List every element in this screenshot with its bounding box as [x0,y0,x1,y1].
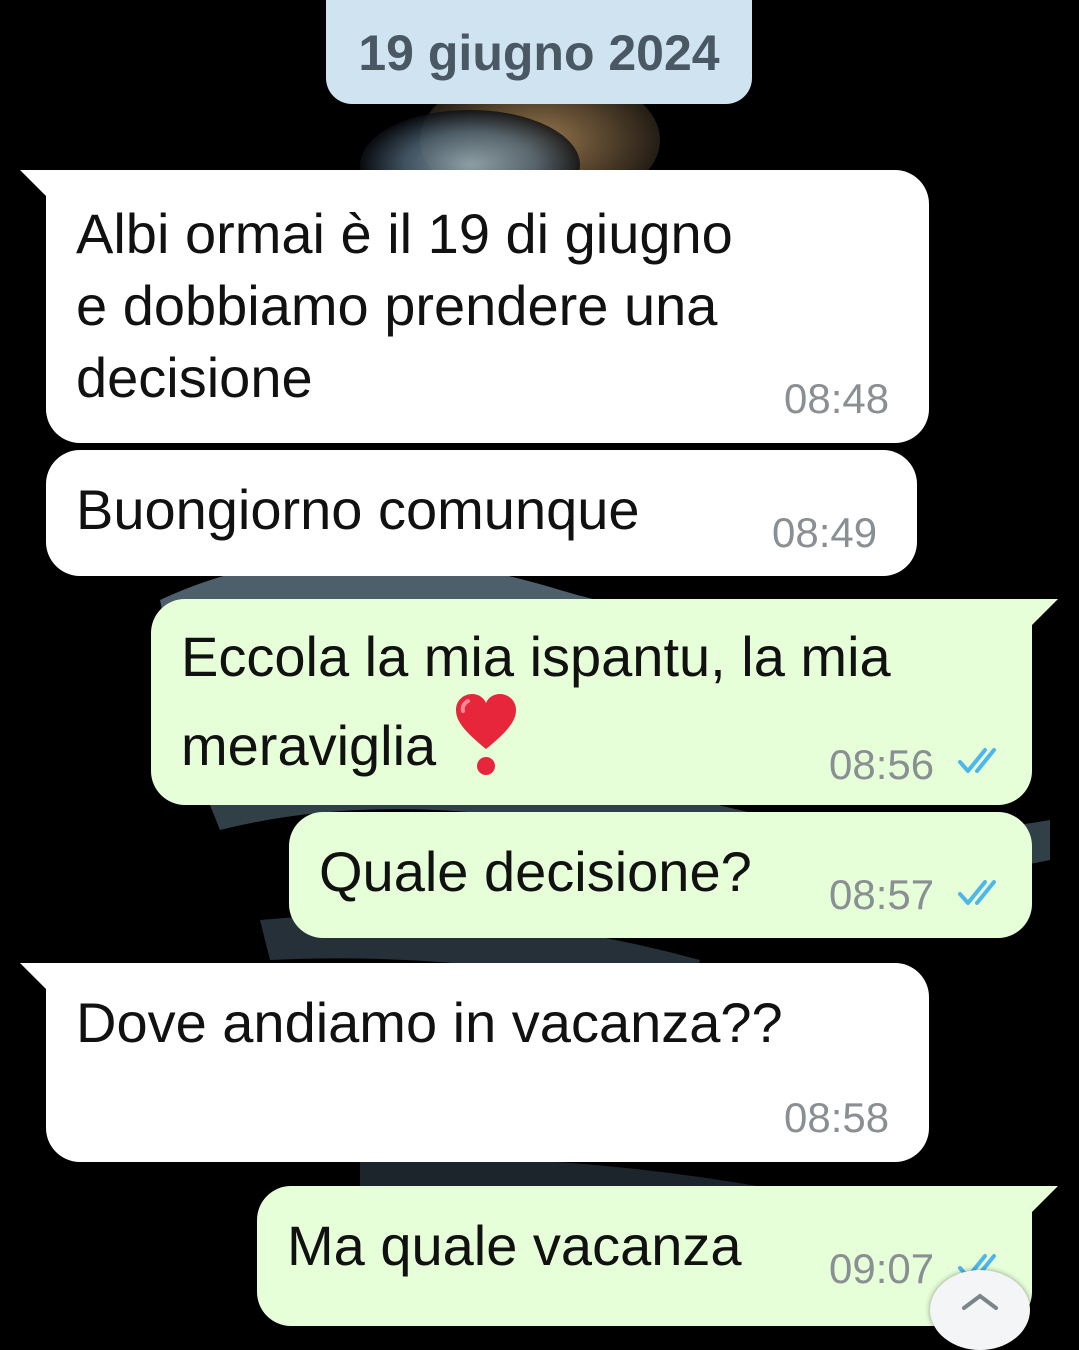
message-bubble-incoming[interactable]: Albi ormai è il 19 di giugno e dobbiamo … [20,170,929,443]
message-bubble-outgoing[interactable]: Ma quale vacanza 09:07 [257,1186,1058,1326]
message-text: Albi ormai è il 19 di giugno e dobbiamo … [76,202,733,409]
message-text: Dove andiamo in vacanza?? [76,991,783,1054]
message-time: 09:07 [829,1245,935,1292]
read-receipt-icon [958,748,996,773]
message-bubble-outgoing[interactable]: Eccola la mia ispantu, la mia meraviglia… [151,599,1058,805]
message-bubble-incoming[interactable]: Dove andiamo in vacanza?? 08:58 [20,963,929,1162]
message-time: 08:48 [784,375,890,422]
message-text: Buongiorno comunque [76,478,640,541]
chevron-down-icon [962,1293,998,1310]
message-bubble-outgoing[interactable]: Quale decisione? 08:57 [289,812,1032,938]
message-time: 08:49 [772,509,878,556]
message-time: 08:58 [784,1094,890,1141]
message-bubble-incoming[interactable]: Buongiorno comunque 08:49 [46,450,917,576]
message-text: Eccola la mia ispantu, la mia meraviglia [181,621,891,782]
message-text-content: Eccola la mia ispantu, la mia meraviglia [181,625,891,777]
date-separator-label: 19 giugno 2024 [358,25,720,81]
message-time: 08:57 [829,871,935,918]
heart-exclamation-emoji [456,694,517,775]
scroll-to-bottom-button[interactable] [930,1270,1030,1350]
date-separator: 19 giugno 2024 [326,0,752,104]
read-receipt-icon [958,880,996,905]
message-text: Quale decisione? [319,840,752,903]
message-time: 08:56 [829,741,935,788]
message-text: Ma quale vacanza [287,1214,742,1277]
